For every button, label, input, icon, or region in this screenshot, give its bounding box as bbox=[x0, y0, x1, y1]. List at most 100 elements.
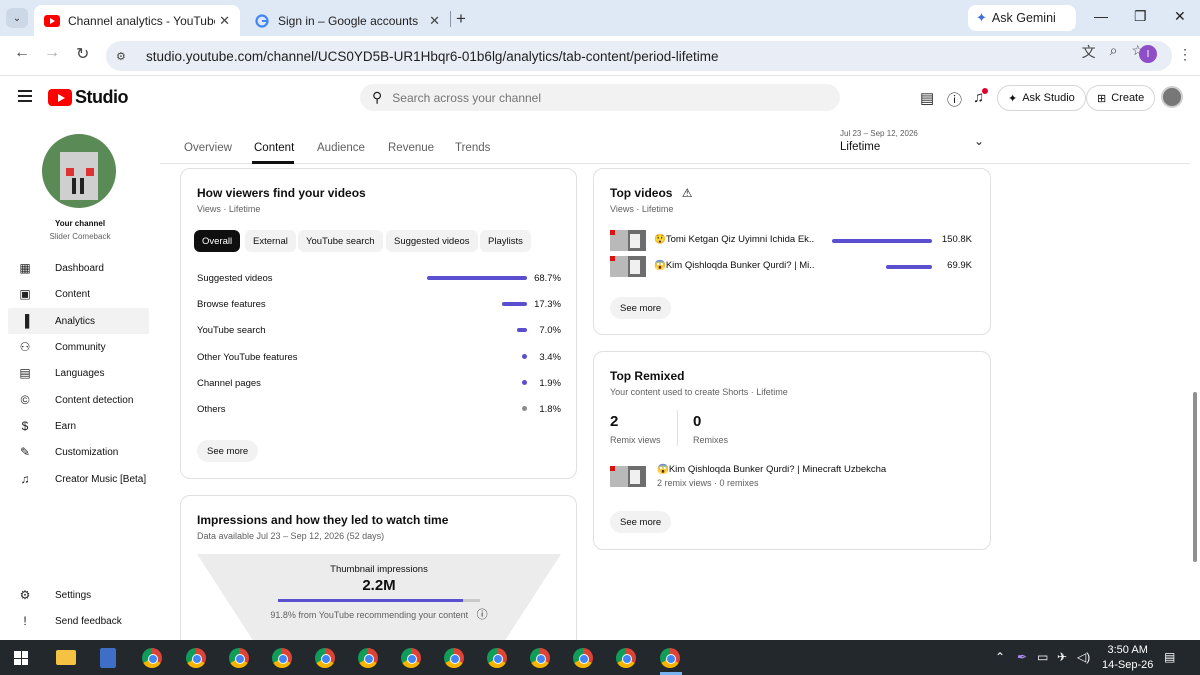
volume-icon[interactable]: ◁) bbox=[1077, 650, 1090, 664]
see-more-button[interactable]: See more bbox=[610, 511, 672, 533]
studio-logo-text: Studio bbox=[75, 87, 129, 107]
sidebar-item-content[interactable]: ▣ Content bbox=[8, 281, 149, 307]
close-tab-icon[interactable]: ✕ bbox=[429, 13, 440, 29]
chip-overall[interactable]: Overall bbox=[194, 230, 241, 252]
windows-start-icon[interactable] bbox=[14, 651, 28, 665]
chip-suggested-videos[interactable]: Suggested videos bbox=[386, 230, 478, 252]
hamburger-menu-icon[interactable] bbox=[18, 90, 32, 102]
thumbnail-impressions-label: Thumbnail impressions bbox=[330, 564, 428, 575]
sidebar-item-analytics[interactable]: ▐ Analytics bbox=[8, 308, 149, 334]
airplane-mode-icon[interactable]: ✈ bbox=[1057, 650, 1067, 664]
remixes-label: Remixes bbox=[693, 435, 729, 445]
back-arrow-icon[interactable]: ← bbox=[14, 44, 30, 62]
chrome-taskbar-icon[interactable] bbox=[315, 648, 335, 668]
sidebar-item-content-detection[interactable]: © Content detection bbox=[8, 387, 149, 413]
video-thumbnail[interactable] bbox=[610, 466, 646, 487]
chrome-taskbar-icon[interactable] bbox=[272, 648, 292, 668]
period-selector[interactable]: Jul 23 – Sep 12, 2026 Lifetime bbox=[840, 129, 918, 153]
traffic-share-bar bbox=[427, 276, 527, 280]
chrome-taskbar-icon[interactable] bbox=[142, 648, 162, 668]
studio-logo[interactable]: Studio bbox=[48, 87, 129, 108]
tray-chevron-up-icon[interactable]: ⌃ bbox=[995, 650, 1005, 664]
tab-revenue[interactable]: Revenue bbox=[388, 142, 434, 154]
see-more-button[interactable]: See more bbox=[610, 297, 672, 319]
sidebar-item-languages[interactable]: ▤ Languages bbox=[8, 360, 149, 386]
see-more-button[interactable]: See more bbox=[197, 440, 259, 462]
video-title[interactable]: 😲Tomi Ketgan Qiz Uyimni Ichida Ek... bbox=[654, 234, 814, 245]
minimize-button[interactable]: — bbox=[1094, 8, 1108, 24]
chrome-taskbar-icon[interactable] bbox=[573, 648, 593, 668]
help-icon[interactable]: ⓘ bbox=[947, 89, 962, 110]
scrollbar-thumb[interactable] bbox=[1193, 392, 1197, 562]
create-button[interactable]: ⊞ Create bbox=[1086, 85, 1156, 111]
captions-icon[interactable]: ▤ bbox=[920, 89, 934, 107]
tab-search-chevron-icon[interactable]: ⌄ bbox=[6, 8, 28, 28]
sidebar-item-settings[interactable]: ⚙ Settings bbox=[8, 582, 149, 608]
chrome-taskbar-icon[interactable] bbox=[186, 648, 206, 668]
tab-audience[interactable]: Audience bbox=[317, 142, 365, 154]
traffic-source-row: Browse features 17.3% bbox=[197, 294, 561, 314]
card-subtitle: Views · Lifetime bbox=[610, 204, 674, 214]
video-title[interactable]: 😱Kim Qishloqda Bunker Qurdi? | Mi... bbox=[654, 260, 814, 271]
file-explorer-icon[interactable] bbox=[56, 650, 76, 665]
top-video-row[interactable]: 😲Tomi Ketgan Qiz Uyimni Ichida Ek... 150.… bbox=[610, 230, 972, 252]
tab-google-sign-in[interactable]: Sign in – Google accounts ✕ bbox=[244, 5, 450, 36]
zoom-icon[interactable]: ⌕ bbox=[1110, 42, 1118, 62]
url-text[interactable]: studio.youtube.com/channel/UCS0YD5B-UR1H… bbox=[146, 49, 719, 64]
chip-youtube-search[interactable]: YouTube search bbox=[298, 230, 383, 252]
warning-icon[interactable]: ⚠ bbox=[682, 186, 693, 200]
info-icon[interactable]: ⓘ bbox=[477, 609, 488, 621]
page-scrollbar[interactable] bbox=[1190, 120, 1200, 640]
ask-gemini-button[interactable]: ✦ Ask Gemini bbox=[968, 5, 1076, 31]
top-video-row[interactable]: 😱Kim Qishloqda Bunker Qurdi? | Mi... 69.9… bbox=[610, 256, 972, 278]
account-avatar[interactable] bbox=[1161, 86, 1183, 108]
tab-content[interactable]: Content bbox=[254, 142, 294, 154]
channel-search[interactable]: ⚲ bbox=[360, 84, 840, 111]
close-window-button[interactable]: ✕ bbox=[1174, 8, 1186, 25]
chrome-taskbar-icon[interactable] bbox=[229, 648, 249, 668]
translate-icon[interactable]: 文 bbox=[1082, 42, 1096, 62]
chevron-down-icon[interactable]: ⌄ bbox=[974, 134, 984, 148]
notifications-icon[interactable]: ▤ bbox=[1164, 650, 1175, 664]
new-tab-button[interactable]: + bbox=[456, 9, 466, 29]
reload-icon[interactable]: ↻ bbox=[76, 44, 89, 64]
close-tab-icon[interactable]: ✕ bbox=[219, 13, 230, 29]
search-input[interactable] bbox=[392, 90, 793, 105]
sidebar-item-send-feedback[interactable]: ! Send feedback bbox=[8, 608, 149, 634]
sidebar-item-creator-music[interactable]: ♫ Creator Music [Beta] bbox=[8, 466, 149, 492]
chrome-taskbar-icon[interactable] bbox=[660, 648, 680, 668]
sidebar-item-customization[interactable]: ✎ Customization bbox=[8, 439, 149, 465]
battery-icon[interactable]: ▭ bbox=[1037, 650, 1048, 664]
tab-overview[interactable]: Overview bbox=[184, 142, 232, 154]
sidebar-item-earn[interactable]: $ Earn bbox=[8, 413, 149, 439]
tab-trends[interactable]: Trends bbox=[455, 142, 490, 154]
chrome-taskbar-icon[interactable] bbox=[401, 648, 421, 668]
ask-studio-button[interactable]: ✦ Ask Studio bbox=[997, 85, 1086, 111]
sidebar-item-community[interactable]: ⚇ Community bbox=[8, 334, 149, 360]
pen-icon[interactable]: ✒ bbox=[1017, 650, 1027, 664]
browser-menu-icon[interactable]: ⋮ bbox=[1178, 46, 1192, 63]
sidebar-item-dashboard[interactable]: ▦ Dashboard bbox=[8, 255, 149, 281]
chrome-taskbar-icon[interactable] bbox=[444, 648, 464, 668]
chrome-taskbar-icon[interactable] bbox=[616, 648, 636, 668]
system-clock[interactable]: 3:50 AM 14-Sep-26 bbox=[1102, 643, 1153, 673]
address-bar[interactable]: ⚙ studio.youtube.com/channel/UCS0YD5B-UR… bbox=[106, 41, 1172, 71]
chip-external[interactable]: External bbox=[245, 230, 296, 252]
video-thumbnail[interactable] bbox=[610, 230, 646, 251]
chrome-taskbar-icon[interactable] bbox=[358, 648, 378, 668]
remix-views-value: 2 bbox=[610, 413, 619, 430]
remixed-video-title[interactable]: 😱Kim Qishloqda Bunker Qurdi? | Minecraft… bbox=[657, 464, 886, 475]
profile-avatar[interactable]: I bbox=[1139, 45, 1157, 63]
restore-button[interactable]: ❐ bbox=[1134, 8, 1147, 25]
site-info-icon[interactable]: ⚙ bbox=[116, 50, 136, 63]
video-thumbnail[interactable] bbox=[610, 256, 646, 277]
forward-arrow-icon[interactable]: → bbox=[44, 44, 60, 62]
chip-playlists[interactable]: Playlists bbox=[480, 230, 531, 252]
traffic-source-label: Browse features bbox=[197, 298, 266, 310]
channel-avatar[interactable] bbox=[42, 134, 116, 208]
tab-channel-analytics[interactable]: Channel analytics - YouTube Stu ✕ bbox=[34, 5, 240, 36]
chrome-taskbar-icon[interactable] bbox=[487, 648, 507, 668]
sidebar-item-label: Content detection bbox=[55, 394, 134, 406]
calculator-icon[interactable] bbox=[100, 648, 116, 668]
chrome-taskbar-icon[interactable] bbox=[530, 648, 550, 668]
